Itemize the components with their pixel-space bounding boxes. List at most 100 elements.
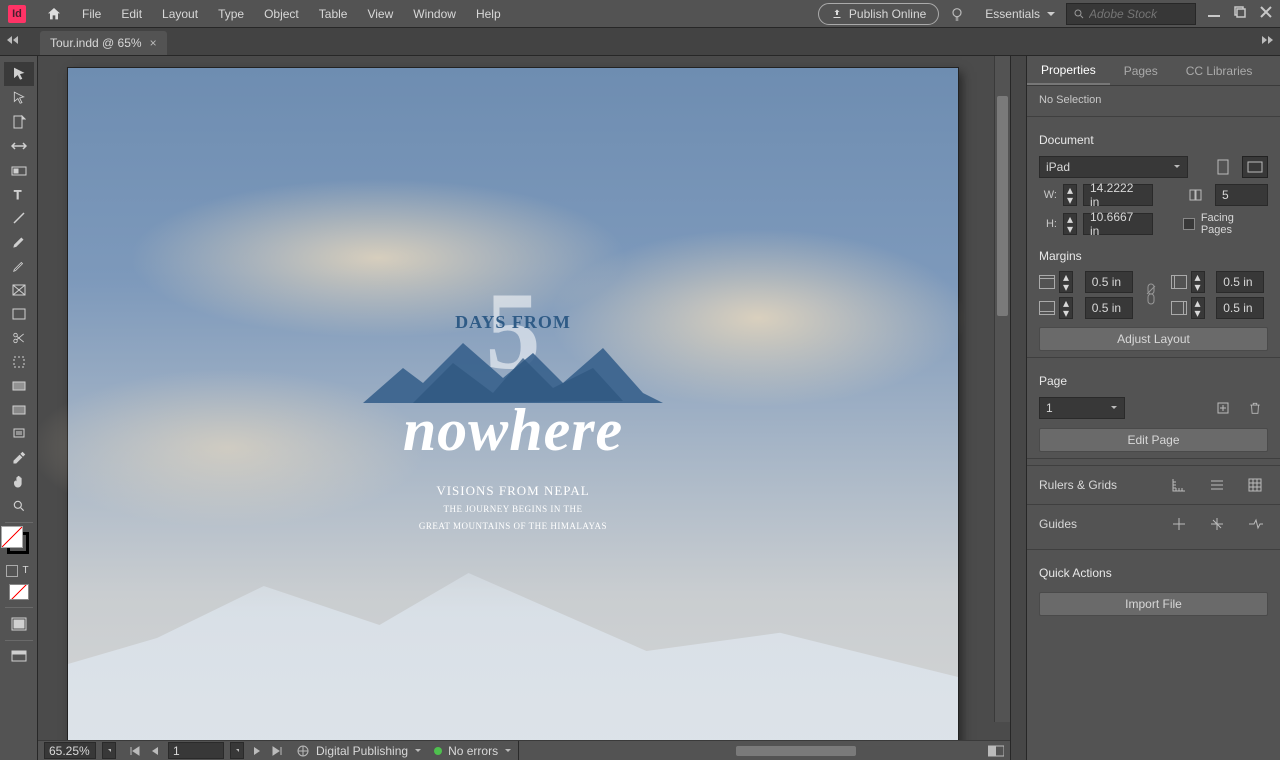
maximize-button[interactable] <box>1234 6 1246 21</box>
edit-page-button[interactable]: Edit Page <box>1039 428 1268 452</box>
smart-guides-icon[interactable] <box>1204 513 1230 535</box>
tab-properties[interactable]: Properties <box>1027 56 1110 85</box>
canvas[interactable]: 5 DAYS FROM nowhere VISIONS FROM NEPAL T… <box>38 56 1010 740</box>
intent-selector[interactable]: Digital Publishing <box>290 741 428 760</box>
horizontal-scrollbar[interactable] <box>536 745 978 757</box>
adjust-layout-button[interactable]: Adjust Layout <box>1039 327 1268 351</box>
document-tab[interactable]: Tour.indd @ 65% × <box>40 31 167 55</box>
zoom-level-field[interactable]: 65.25% <box>44 742 96 759</box>
margin-bottom-spinner[interactable]: ▴▾ <box>1059 297 1073 319</box>
line-tool[interactable] <box>4 206 34 230</box>
menu-type[interactable]: Type <box>208 0 254 28</box>
minimize-button[interactable] <box>1208 6 1220 21</box>
menu-window[interactable]: Window <box>403 0 466 28</box>
menu-file[interactable]: File <box>72 0 111 28</box>
format-container-text-toggle[interactable]: T <box>4 561 34 581</box>
rectangle-frame-tool[interactable] <box>4 278 34 302</box>
note-tool[interactable] <box>4 422 34 446</box>
menu-layout[interactable]: Layout <box>152 0 208 28</box>
tab-cc-libraries[interactable]: CC Libraries <box>1172 56 1267 85</box>
margin-right-spinner[interactable]: ▴▾ <box>1191 297 1205 319</box>
tips-icon[interactable] <box>939 0 975 28</box>
guides-label: Guides <box>1039 517 1077 531</box>
orientation-portrait-button[interactable] <box>1210 156 1236 178</box>
prev-page-button[interactable] <box>148 746 162 756</box>
gap-tool[interactable] <box>4 134 34 158</box>
page-tool[interactable] <box>4 110 34 134</box>
margin-left-field[interactable]: 0.5 in <box>1216 271 1264 293</box>
eyedropper-tool[interactable] <box>4 446 34 470</box>
new-page-icon[interactable] <box>1210 397 1236 419</box>
close-tab-icon[interactable]: × <box>150 36 157 50</box>
screen-mode-toggle[interactable] <box>4 645 34 669</box>
right-gutter[interactable] <box>1010 56 1026 760</box>
delete-page-icon[interactable] <box>1242 397 1268 419</box>
margin-right-field[interactable]: 0.5 in <box>1216 297 1264 319</box>
direct-selection-tool[interactable] <box>4 86 34 110</box>
link-margins-icon[interactable] <box>1145 282 1163 309</box>
left-panel-toggle-icon[interactable] <box>6 34 18 48</box>
margin-top-spinner[interactable]: ▴▾ <box>1059 271 1073 293</box>
close-button[interactable] <box>1260 6 1272 21</box>
menu-help[interactable]: Help <box>466 0 511 28</box>
next-page-button[interactable] <box>250 746 264 756</box>
guides-show-icon[interactable] <box>1166 513 1192 535</box>
page-dropdown[interactable] <box>230 742 244 759</box>
menu-view[interactable]: View <box>357 0 403 28</box>
fill-stroke-swatch[interactable] <box>4 527 34 561</box>
stock-search-input[interactable] <box>1089 7 1179 21</box>
width-field[interactable]: 14.2222 in <box>1083 184 1153 206</box>
margin-top-field[interactable]: 0.5 in <box>1085 271 1133 293</box>
pages-count-field[interactable]: 5 <box>1215 184 1268 206</box>
workspace-switcher[interactable]: Essentials <box>975 7 1066 21</box>
rulers-icon[interactable] <box>1166 474 1192 496</box>
free-transform-tool[interactable] <box>4 350 34 374</box>
preflight-status[interactable]: No errors <box>428 741 518 760</box>
first-page-button[interactable] <box>128 746 142 756</box>
art-tagline2: GREAT MOUNTAINS OF THE HIMALAYAS <box>68 520 958 533</box>
hand-tool[interactable] <box>4 470 34 494</box>
rectangle-tool[interactable] <box>4 302 34 326</box>
menu-edit[interactable]: Edit <box>111 0 152 28</box>
pencil-tool[interactable] <box>4 254 34 278</box>
width-label: W: <box>1039 189 1057 201</box>
page-preset-dropdown[interactable]: iPad <box>1039 156 1188 178</box>
content-collector-tool[interactable] <box>4 158 34 182</box>
type-tool[interactable]: T <box>4 182 34 206</box>
margin-bottom-field[interactable]: 0.5 in <box>1085 297 1133 319</box>
selection-tool[interactable] <box>4 62 34 86</box>
zoom-tool[interactable] <box>4 494 34 518</box>
menu-object[interactable]: Object <box>254 0 309 28</box>
gradient-feather-tool[interactable] <box>4 398 34 422</box>
tab-pages[interactable]: Pages <box>1110 56 1172 85</box>
snap-guides-icon[interactable] <box>1242 513 1268 535</box>
scissors-tool[interactable] <box>4 326 34 350</box>
apply-color[interactable] <box>4 581 34 603</box>
adobe-stock-search[interactable] <box>1066 3 1196 25</box>
document-page: 5 DAYS FROM nowhere VISIONS FROM NEPAL T… <box>68 68 958 740</box>
zoom-dropdown[interactable] <box>102 742 116 759</box>
pen-tool[interactable] <box>4 230 34 254</box>
facing-pages-checkbox[interactable] <box>1183 218 1195 230</box>
page-select-dropdown[interactable]: 1 <box>1039 397 1125 419</box>
last-page-button[interactable] <box>270 746 284 756</box>
vertical-scrollbar[interactable] <box>994 56 1010 722</box>
baseline-grid-icon[interactable] <box>1204 474 1230 496</box>
publish-online-label: Publish Online <box>849 7 926 21</box>
page-number-field[interactable]: 1 <box>168 742 224 759</box>
document-grid-icon[interactable] <box>1242 474 1268 496</box>
split-view-toggle[interactable] <box>982 741 1010 760</box>
status-flyout[interactable] <box>518 741 532 760</box>
gradient-swatch-tool[interactable] <box>4 374 34 398</box>
height-spinner[interactable]: ▴▾ <box>1063 213 1077 235</box>
publish-online-button[interactable]: Publish Online <box>818 3 939 25</box>
width-spinner[interactable]: ▴▾ <box>1063 184 1077 206</box>
height-field[interactable]: 10.6667 in <box>1083 213 1153 235</box>
home-icon[interactable] <box>36 0 72 28</box>
right-panel-toggle-icon[interactable] <box>1262 34 1274 48</box>
import-file-button[interactable]: Import File <box>1039 592 1268 616</box>
orientation-landscape-button[interactable] <box>1242 156 1268 178</box>
margin-left-spinner[interactable]: ▴▾ <box>1191 271 1205 293</box>
view-mode-toggle[interactable] <box>4 612 34 636</box>
menu-table[interactable]: Table <box>309 0 358 28</box>
